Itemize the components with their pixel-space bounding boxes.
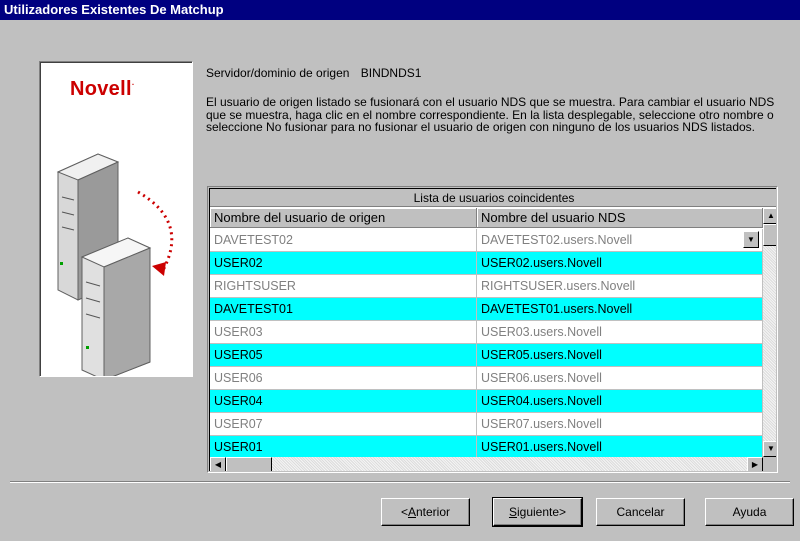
- description-text: El usuario de origen listado se fusionar…: [206, 95, 775, 134]
- vertical-scrollbar[interactable]: ▲ ▼: [763, 208, 776, 457]
- grid-inner: Lista de usuarios coincidentes Nombre de…: [209, 188, 776, 471]
- nds-user-cell[interactable]: RIGHTSUSER.users.Novell: [477, 275, 763, 298]
- source-user-cell[interactable]: USER01: [210, 436, 477, 457]
- matching-users-grid: Lista de usuarios coincidentes Nombre de…: [207, 186, 778, 473]
- table-row[interactable]: USER06 USER06.users.Novell: [210, 367, 763, 390]
- column-header-source[interactable]: Nombre del usuario de origen: [210, 208, 477, 228]
- cancel-button[interactable]: Cancelar: [596, 498, 685, 526]
- scroll-up-icon[interactable]: ▲: [763, 208, 776, 224]
- window-title: Utilizadores Existentes De Matchup: [0, 0, 800, 20]
- nds-user-cell[interactable]: USER04.users.Novell: [477, 390, 763, 413]
- nds-user-cell[interactable]: DAVETEST02.users.Novell ▼: [477, 229, 763, 252]
- table-row[interactable]: USER03 USER03.users.Novell: [210, 321, 763, 344]
- next-rest: iguiente>: [516, 505, 567, 519]
- next-mnemonic: S: [508, 505, 517, 519]
- scroll-corner: [763, 457, 776, 471]
- server-label: Servidor/dominio de origen: [206, 66, 350, 80]
- server-info: Servidor/dominio de origen BINDNDS1: [206, 66, 421, 80]
- wizard-graphic: Novell.: [39, 61, 193, 377]
- nds-user-cell[interactable]: USER03.users.Novell: [477, 321, 763, 344]
- table-row[interactable]: USER02 USER02.users.Novell: [210, 252, 763, 275]
- back-prefix: <: [400, 505, 408, 519]
- next-button[interactable]: Siguiente>: [492, 497, 583, 527]
- grid-rows: DAVETEST02 DAVETEST02.users.Novell ▼ USE…: [210, 229, 763, 457]
- source-user-cell[interactable]: DAVETEST02: [210, 229, 477, 252]
- source-user-cell[interactable]: DAVETEST01: [210, 298, 477, 321]
- source-user-cell[interactable]: USER06: [210, 367, 477, 390]
- table-row[interactable]: DAVETEST01 DAVETEST01.users.Novell: [210, 298, 763, 321]
- table-row[interactable]: DAVETEST02 DAVETEST02.users.Novell ▼: [210, 229, 763, 252]
- source-user-cell[interactable]: RIGHTSUSER: [210, 275, 477, 298]
- source-user-cell[interactable]: USER05: [210, 344, 477, 367]
- back-mnemonic: A: [407, 505, 416, 519]
- scroll-left-icon[interactable]: ◀: [210, 457, 226, 471]
- dialog-body: Novell. Servidor/dominio de origen BINDN…: [0, 20, 800, 541]
- vertical-scroll-thumb[interactable]: [763, 224, 776, 246]
- nds-user-cell[interactable]: DAVETEST01.users.Novell: [477, 298, 763, 321]
- nds-user-cell[interactable]: USER02.users.Novell: [477, 252, 763, 275]
- server-value: BINDNDS1: [360, 66, 422, 80]
- nds-user-cell[interactable]: USER01.users.Novell: [477, 436, 763, 457]
- horizontal-scrollbar[interactable]: ◀ ▶: [210, 457, 763, 471]
- source-user-cell[interactable]: USER07: [210, 413, 477, 436]
- back-button[interactable]: <Anterior: [381, 498, 470, 526]
- scroll-right-icon[interactable]: ▶: [747, 457, 763, 471]
- column-header-nds[interactable]: Nombre del usuario NDS: [477, 208, 763, 228]
- table-row[interactable]: USER04 USER04.users.Novell: [210, 390, 763, 413]
- nds-user-cell[interactable]: USER07.users.Novell: [477, 413, 763, 436]
- back-rest: nterior: [416, 505, 451, 519]
- servers-illustration: [56, 153, 174, 376]
- nds-user-value: DAVETEST02.users.Novell: [481, 233, 633, 247]
- nds-user-cell[interactable]: USER05.users.Novell: [477, 344, 763, 367]
- help-button[interactable]: Ayuda: [705, 498, 794, 526]
- grid-caption: Lista de usuarios coincidentes: [210, 189, 776, 207]
- horizontal-scroll-thumb[interactable]: [226, 457, 272, 471]
- table-row[interactable]: USER07 USER07.users.Novell: [210, 413, 763, 436]
- source-user-cell[interactable]: USER03: [210, 321, 477, 344]
- table-row[interactable]: USER01 USER01.users.Novell: [210, 436, 763, 457]
- nds-user-cell[interactable]: USER06.users.Novell: [477, 367, 763, 390]
- scroll-down-icon[interactable]: ▼: [763, 441, 776, 457]
- source-user-cell[interactable]: USER04: [210, 390, 477, 413]
- dropdown-arrow-icon[interactable]: ▼: [743, 231, 759, 248]
- table-row[interactable]: RIGHTSUSER RIGHTSUSER.users.Novell: [210, 275, 763, 298]
- table-row[interactable]: USER05 USER05.users.Novell: [210, 344, 763, 367]
- separator: [10, 481, 790, 483]
- source-user-cell[interactable]: USER02: [210, 252, 477, 275]
